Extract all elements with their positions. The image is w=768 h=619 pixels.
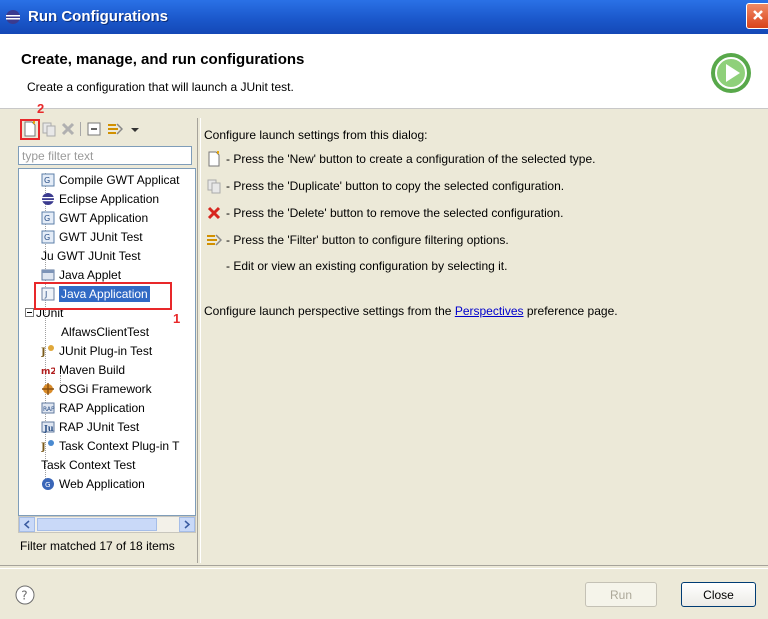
title-bar: Run Configurations bbox=[0, 0, 768, 34]
tree-item-junit-plugin-test[interactable]: J JUnit Plug-in Test bbox=[41, 342, 152, 360]
annotation-box-java-app bbox=[34, 282, 172, 310]
filter-icon bbox=[207, 234, 222, 246]
help-new-text: - Press the 'New' button to create a con… bbox=[226, 152, 596, 166]
web-app-icon: G bbox=[42, 478, 54, 490]
help-delete: - Press the 'Delete' button to remove th… bbox=[206, 205, 563, 221]
help-panel: Configure launch settings from this dial… bbox=[200, 118, 768, 563]
chevron-left-icon bbox=[23, 520, 30, 529]
svg-text:?: ? bbox=[21, 589, 27, 603]
annotation-box-new bbox=[20, 119, 40, 140]
tree-item-gwt-application[interactable]: G GWT Application bbox=[41, 209, 148, 227]
delete-icon[interactable] bbox=[60, 121, 76, 137]
eclipse-icon bbox=[6, 10, 20, 24]
svg-text:G: G bbox=[44, 214, 50, 223]
help-duplicate-text: - Press the 'Duplicate' button to copy t… bbox=[226, 179, 565, 193]
svg-text:RAP: RAP bbox=[43, 406, 55, 413]
help-new: - Press the 'New' button to create a con… bbox=[206, 151, 595, 167]
window-close-button[interactable] bbox=[746, 3, 768, 29]
duplicate-icon[interactable] bbox=[41, 121, 57, 137]
collapse-toggle-icon[interactable] bbox=[25, 308, 34, 317]
close-button[interactable]: Close bbox=[681, 582, 756, 607]
config-list-panel: GCompile GWT Applicat Eclipse Applicatio… bbox=[14, 115, 197, 565]
scroll-right-button[interactable] bbox=[179, 517, 195, 532]
svg-text:G: G bbox=[44, 176, 50, 185]
tree-horizontal-scrollbar[interactable] bbox=[18, 516, 196, 533]
help-duplicate: - Press the 'Duplicate' button to copy t… bbox=[206, 178, 564, 194]
rap-icon: RAP bbox=[41, 402, 55, 414]
tree-item-rap-application[interactable]: RAP RAP Application bbox=[41, 399, 145, 417]
tree-item-rap-junit-test[interactable]: Ju RAP JUnit Test bbox=[41, 418, 139, 436]
config-toolbar bbox=[14, 115, 197, 143]
view-menu-icon[interactable] bbox=[127, 121, 143, 137]
perspective-text-post: preference page. bbox=[523, 304, 618, 318]
scroll-thumb[interactable] bbox=[37, 518, 157, 531]
delete-icon bbox=[207, 206, 221, 220]
window-title: Run Configurations bbox=[28, 8, 168, 25]
perspectives-link[interactable]: Perspectives bbox=[455, 304, 524, 318]
maven-icon: m2 bbox=[41, 367, 55, 377]
help-filter: - Press the 'Filter' button to configure… bbox=[206, 232, 509, 248]
scroll-left-button[interactable] bbox=[19, 517, 35, 532]
gwt-icon: G bbox=[41, 211, 55, 225]
filter-status: Filter matched 17 of 18 items bbox=[20, 539, 175, 553]
chevron-right-icon bbox=[184, 520, 191, 529]
gwt-junit-icon: G bbox=[41, 230, 55, 244]
tree-item-task-context-plugin[interactable]: J Task Context Plug-in T bbox=[41, 437, 180, 455]
junit-plugin-icon: J bbox=[41, 345, 54, 358]
annotation-label-2: 2 bbox=[37, 101, 45, 116]
tree-item-gwt-junit-test[interactable]: G GWT JUnit Test bbox=[41, 228, 143, 246]
run-button[interactable]: Run bbox=[585, 582, 657, 607]
help-delete-text: - Press the 'Delete' button to remove th… bbox=[226, 206, 564, 220]
svg-text:G: G bbox=[45, 481, 50, 489]
tree-item-ju-gwt-junit-test[interactable]: Ju GWT JUnit Test bbox=[41, 247, 141, 265]
collapse-all-icon[interactable] bbox=[86, 121, 102, 137]
perspective-text-pre: Configure launch perspective settings fr… bbox=[204, 304, 455, 318]
tree-item-eclipse-application[interactable]: Eclipse Application bbox=[41, 190, 159, 208]
gwt-compile-icon: G bbox=[41, 173, 55, 187]
tree-item-alfaws-client-test[interactable]: AlfawsClientTest bbox=[61, 323, 149, 341]
svg-text:J: J bbox=[41, 442, 46, 453]
applet-icon bbox=[41, 269, 55, 281]
eclipse-icon bbox=[42, 193, 54, 205]
header-title: Create, manage, and run configurations bbox=[21, 51, 305, 68]
dialog-header: Create, manage, and run configurations C… bbox=[0, 34, 768, 109]
help-icon[interactable]: ? bbox=[15, 585, 35, 605]
help-perspective: Configure launch perspective settings fr… bbox=[204, 304, 618, 318]
tree-item-osgi-framework[interactable]: OSGi Framework bbox=[41, 380, 152, 398]
tree-item-web-application[interactable]: G Web Application bbox=[41, 475, 145, 493]
header-description: Create a configuration that will launch … bbox=[27, 80, 294, 94]
rap-junit-icon: Ju bbox=[41, 421, 55, 433]
annotation-label-1: 1 bbox=[173, 311, 181, 326]
svg-text:J: J bbox=[41, 347, 46, 358]
help-edit: - Edit or view an existing configuration… bbox=[226, 259, 507, 273]
svg-text:m2: m2 bbox=[41, 367, 55, 377]
tree-item-task-context-test[interactable]: Task Context Test bbox=[41, 456, 136, 474]
bottom-separator bbox=[0, 565, 768, 569]
close-icon bbox=[753, 10, 763, 20]
tree-item-compile-gwt[interactable]: G Compile GWT Applicat bbox=[41, 171, 180, 189]
help-filter-text: - Press the 'Filter' button to configure… bbox=[226, 233, 509, 247]
filter-icon[interactable] bbox=[107, 121, 123, 137]
help-intro: Configure launch settings from this dial… bbox=[204, 128, 428, 142]
toolbar-separator bbox=[80, 122, 81, 136]
duplicate-icon bbox=[207, 179, 221, 194]
svg-text:G: G bbox=[44, 233, 50, 242]
svg-text:Ju: Ju bbox=[43, 423, 54, 433]
filter-input[interactable] bbox=[18, 146, 192, 165]
config-tree: G Compile GWT Applicat Eclipse Applicatio… bbox=[18, 168, 196, 516]
run-logo-icon bbox=[711, 53, 751, 93]
new-configuration-icon bbox=[208, 151, 220, 167]
help-edit-text: - Edit or view an existing configuration… bbox=[226, 259, 508, 273]
osgi-icon bbox=[42, 383, 54, 395]
task-plugin-icon: J bbox=[41, 440, 54, 453]
tree-item-maven-build[interactable]: m2Maven Build bbox=[41, 361, 125, 379]
